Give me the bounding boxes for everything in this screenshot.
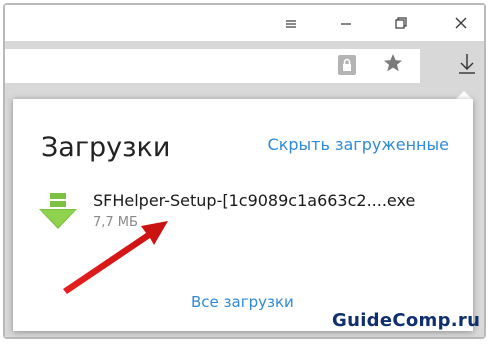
- minimize-icon: [286, 20, 296, 28]
- download-icon[interactable]: [458, 53, 476, 75]
- all-downloads-link[interactable]: Все загрузки: [191, 293, 294, 311]
- restore-icon: [395, 17, 407, 29]
- close-icon: [455, 17, 467, 29]
- lock-icon[interactable]: [338, 55, 356, 75]
- address-bar[interactable]: [5, 49, 420, 83]
- star-icon[interactable]: [383, 53, 403, 73]
- download-filename: SFHelper-Setup-[1c9089c1a663c2....exe: [93, 191, 416, 210]
- title-bar: [5, 5, 484, 41]
- close-button[interactable]: [438, 5, 484, 41]
- download-size: 7,7 МБ: [93, 215, 138, 230]
- hide-downloaded-link[interactable]: Скрыть загруженные: [268, 135, 449, 154]
- minimize-icon: [341, 23, 351, 25]
- menu-lines-button[interactable]: [323, 5, 369, 41]
- toolbar: [5, 41, 484, 91]
- watermark: GuideComp.ru: [332, 310, 481, 331]
- downloads-popup: Загрузки Скрыть загруженные SFHelper-Set…: [13, 99, 473, 331]
- popup-title: Загрузки: [41, 132, 171, 163]
- download-item[interactable]: SFHelper-Setup-[1c9089c1a663c2....exe 7,…: [39, 191, 459, 235]
- minimize-button[interactable]: [268, 5, 314, 41]
- restore-button[interactable]: [378, 5, 424, 41]
- file-download-icon: [39, 193, 77, 229]
